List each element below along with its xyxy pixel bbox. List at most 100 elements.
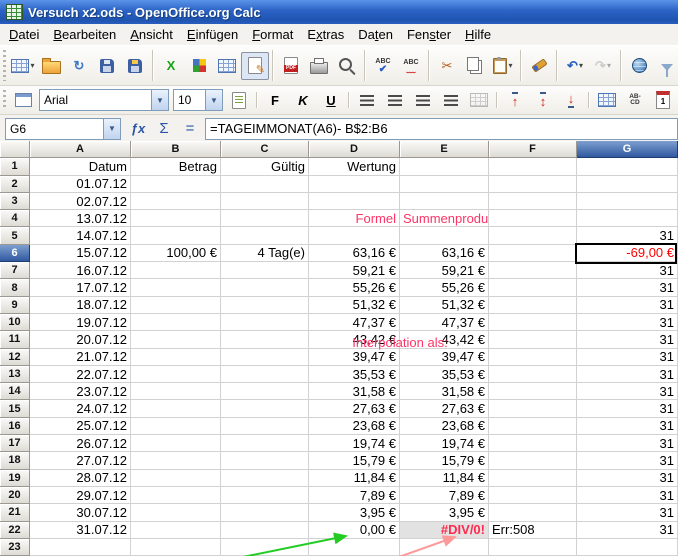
cell-b16[interactable] <box>131 418 221 435</box>
page-preview-button[interactable] <box>333 52 361 80</box>
row-header-23[interactable]: 23 <box>0 539 30 556</box>
cell-c19[interactable] <box>221 470 309 487</box>
cell-d18[interactable]: 15,79 € <box>309 452 400 469</box>
menu-daten[interactable]: Daten <box>351 25 400 44</box>
cell-a8[interactable]: 17.07.12 <box>30 279 131 296</box>
cell-g23[interactable] <box>577 539 678 556</box>
row-header-5[interactable]: 5 <box>0 227 30 244</box>
column-header-g[interactable]: G <box>577 141 678 158</box>
cell-a9[interactable]: 18.07.12 <box>30 297 131 314</box>
cell-e21[interactable]: 3,95 € <box>400 504 489 521</box>
row-header-4[interactable]: 4 <box>0 210 30 227</box>
cell-d9[interactable]: 51,32 € <box>309 297 400 314</box>
cell-a1[interactable]: Datum <box>30 158 131 175</box>
cell-d17[interactable]: 19,74 € <box>309 435 400 452</box>
row-header-6[interactable]: 6 <box>0 245 30 262</box>
cell-c16[interactable] <box>221 418 309 435</box>
row-header-12[interactable]: 12 <box>0 349 30 366</box>
cell-b8[interactable] <box>131 279 221 296</box>
cell-g4[interactable] <box>577 210 678 227</box>
cell-d13[interactable]: 35,53 € <box>309 366 400 383</box>
cell-f20[interactable] <box>489 487 577 504</box>
cell-c1[interactable]: Gültig <box>221 158 309 175</box>
row-header-3[interactable]: 3 <box>0 193 30 210</box>
cell-e14[interactable]: 31,58 € <box>400 383 489 400</box>
row-header-1[interactable]: 1 <box>0 158 30 175</box>
chevron-down-icon[interactable]: ▼ <box>151 90 168 110</box>
cell-d19[interactable]: 11,84 € <box>309 470 400 487</box>
cell-a12[interactable]: 21.07.12 <box>30 349 131 366</box>
cell-b20[interactable] <box>131 487 221 504</box>
menu-ansicht[interactable]: Ansicht <box>123 25 180 44</box>
cell-b9[interactable] <box>131 297 221 314</box>
menu-fenster[interactable]: Fenster <box>400 25 458 44</box>
font-name-combo[interactable]: Arial ▼ <box>39 89 169 111</box>
format-paintbrush-button[interactable] <box>525 52 553 80</box>
cell-c15[interactable] <box>221 400 309 417</box>
cell-b11[interactable] <box>131 331 221 348</box>
cell-e7[interactable]: 59,21 € <box>400 262 489 279</box>
cell-f2[interactable] <box>489 176 577 193</box>
cell-f15[interactable] <box>489 400 577 417</box>
toolbar-grip[interactable] <box>1 50 8 81</box>
cell-e5[interactable] <box>400 227 489 244</box>
row-header-9[interactable]: 9 <box>0 297 30 314</box>
row-header-16[interactable]: 16 <box>0 418 30 435</box>
chevron-down-icon[interactable]: ▾ <box>579 61 583 70</box>
cell-a17[interactable]: 26.07.12 <box>30 435 131 452</box>
cell-d15[interactable]: 27,63 € <box>309 400 400 417</box>
align-bottom-button[interactable]: ↓ <box>557 88 585 112</box>
cell-e20[interactable]: 7,89 € <box>400 487 489 504</box>
cell-f9[interactable] <box>489 297 577 314</box>
cell-e23[interactable] <box>400 539 489 556</box>
cell-e22[interactable]: #DIV/0! <box>400 522 489 539</box>
cell-e12[interactable]: 39,47 € <box>400 349 489 366</box>
row-header-19[interactable]: 19 <box>0 470 30 487</box>
chevron-down-icon[interactable]: ▾ <box>508 61 512 70</box>
cell-a13[interactable]: 22.07.12 <box>30 366 131 383</box>
cell-e1[interactable] <box>400 158 489 175</box>
cell-g9[interactable]: 31 <box>577 297 678 314</box>
cell-b4[interactable] <box>131 210 221 227</box>
cell-b18[interactable] <box>131 452 221 469</box>
chevron-down-icon[interactable]: ▼ <box>103 119 120 139</box>
cell-g20[interactable]: 31 <box>577 487 678 504</box>
cell-e11[interactable]: 43,42 € <box>400 331 489 348</box>
cell-b14[interactable] <box>131 383 221 400</box>
cell-e13[interactable]: 35,53 € <box>400 366 489 383</box>
cell-f22[interactable]: Err:508 <box>489 522 577 539</box>
cell-c17[interactable] <box>221 435 309 452</box>
chevron-down-icon[interactable]: ▾ <box>30 61 34 70</box>
cell-d16[interactable]: 23,68 € <box>309 418 400 435</box>
cell-g10[interactable]: 31 <box>577 314 678 331</box>
align-right-button[interactable] <box>409 88 437 112</box>
cell-g21[interactable]: 31 <box>577 504 678 521</box>
align-left-button[interactable] <box>353 88 381 112</box>
undo-button[interactable]: ↶▾ <box>561 52 589 80</box>
cell-e3[interactable] <box>400 193 489 210</box>
column-header-a[interactable]: A <box>30 141 131 158</box>
cell-c12[interactable] <box>221 349 309 366</box>
reload-button[interactable]: ↻ <box>65 52 93 80</box>
cell-f17[interactable] <box>489 435 577 452</box>
menu-einfgen[interactable]: Einfügen <box>180 25 245 44</box>
menu-format[interactable]: Format <box>245 25 300 44</box>
open-button[interactable] <box>37 52 65 80</box>
cell-f21[interactable] <box>489 504 577 521</box>
stylist-button[interactable] <box>9 88 37 112</box>
cell-c11[interactable] <box>221 331 309 348</box>
cell-d23[interactable] <box>309 539 400 556</box>
cell-c5[interactable] <box>221 227 309 244</box>
cell-c14[interactable] <box>221 383 309 400</box>
cell-a3[interactable]: 02.07.12 <box>30 193 131 210</box>
cell-a23[interactable] <box>30 539 131 556</box>
chevron-down-icon[interactable]: ▾ <box>607 61 611 70</box>
cell-b2[interactable] <box>131 176 221 193</box>
cell-c21[interactable] <box>221 504 309 521</box>
cell-d5[interactable] <box>309 227 400 244</box>
cell-g8[interactable]: 31 <box>577 279 678 296</box>
italic-button[interactable]: K <box>289 88 317 112</box>
cell-a10[interactable]: 19.07.12 <box>30 314 131 331</box>
cell-f8[interactable] <box>489 279 577 296</box>
cell-g11[interactable]: 31 <box>577 331 678 348</box>
